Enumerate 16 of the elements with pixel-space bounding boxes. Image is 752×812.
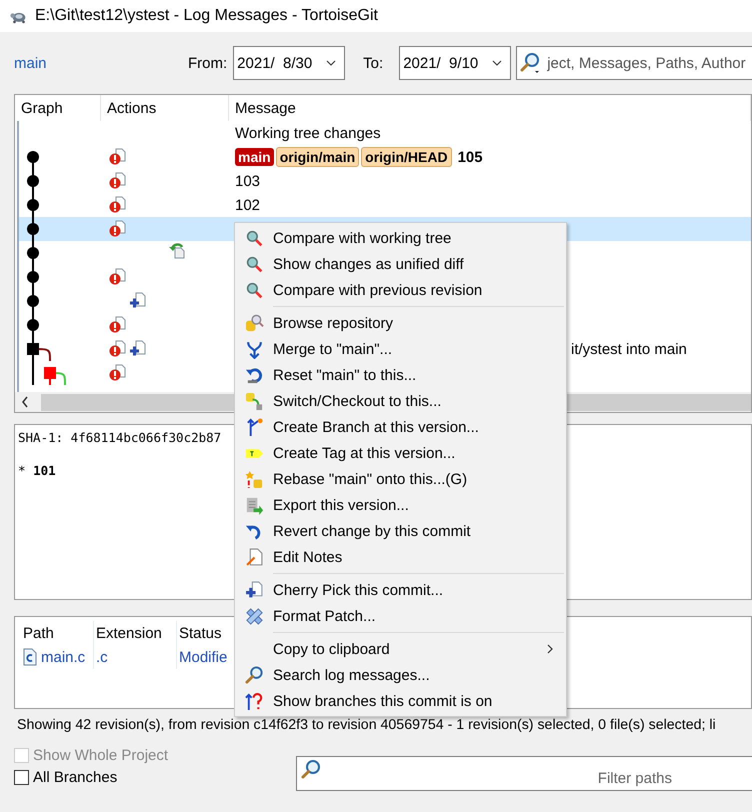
window-title: E:\Git\test12\ystest - Log Messages - TortoiseGit bbox=[35, 7, 378, 25]
status-text: Showing 42 revision(s), from revision c14f62f3 to revision 40569754 - 1 revision(s) selected, 0 file(s) selected; li bbox=[16, 717, 717, 735]
commit-message: 102 bbox=[235, 196, 260, 214]
file-extension: .c bbox=[96, 648, 108, 666]
commit-message: 105 bbox=[458, 148, 483, 166]
commit-message: it/ystest into main bbox=[571, 340, 687, 358]
to-label: To: bbox=[363, 54, 384, 72]
commit-hash: SHA-1: 4f68114bc066f30c2b87 bbox=[18, 430, 222, 445]
file-status: Modifie bbox=[179, 648, 228, 666]
commit-message: Working tree changes bbox=[235, 124, 381, 142]
branch-label: main bbox=[235, 148, 274, 166]
branch-label: origin/main bbox=[276, 147, 360, 167]
commit-message: 103 bbox=[235, 172, 260, 190]
branch-label: origin/HEAD bbox=[361, 147, 452, 167]
commit-body: *101 bbox=[18, 463, 57, 478]
from-label: From: bbox=[188, 54, 228, 72]
